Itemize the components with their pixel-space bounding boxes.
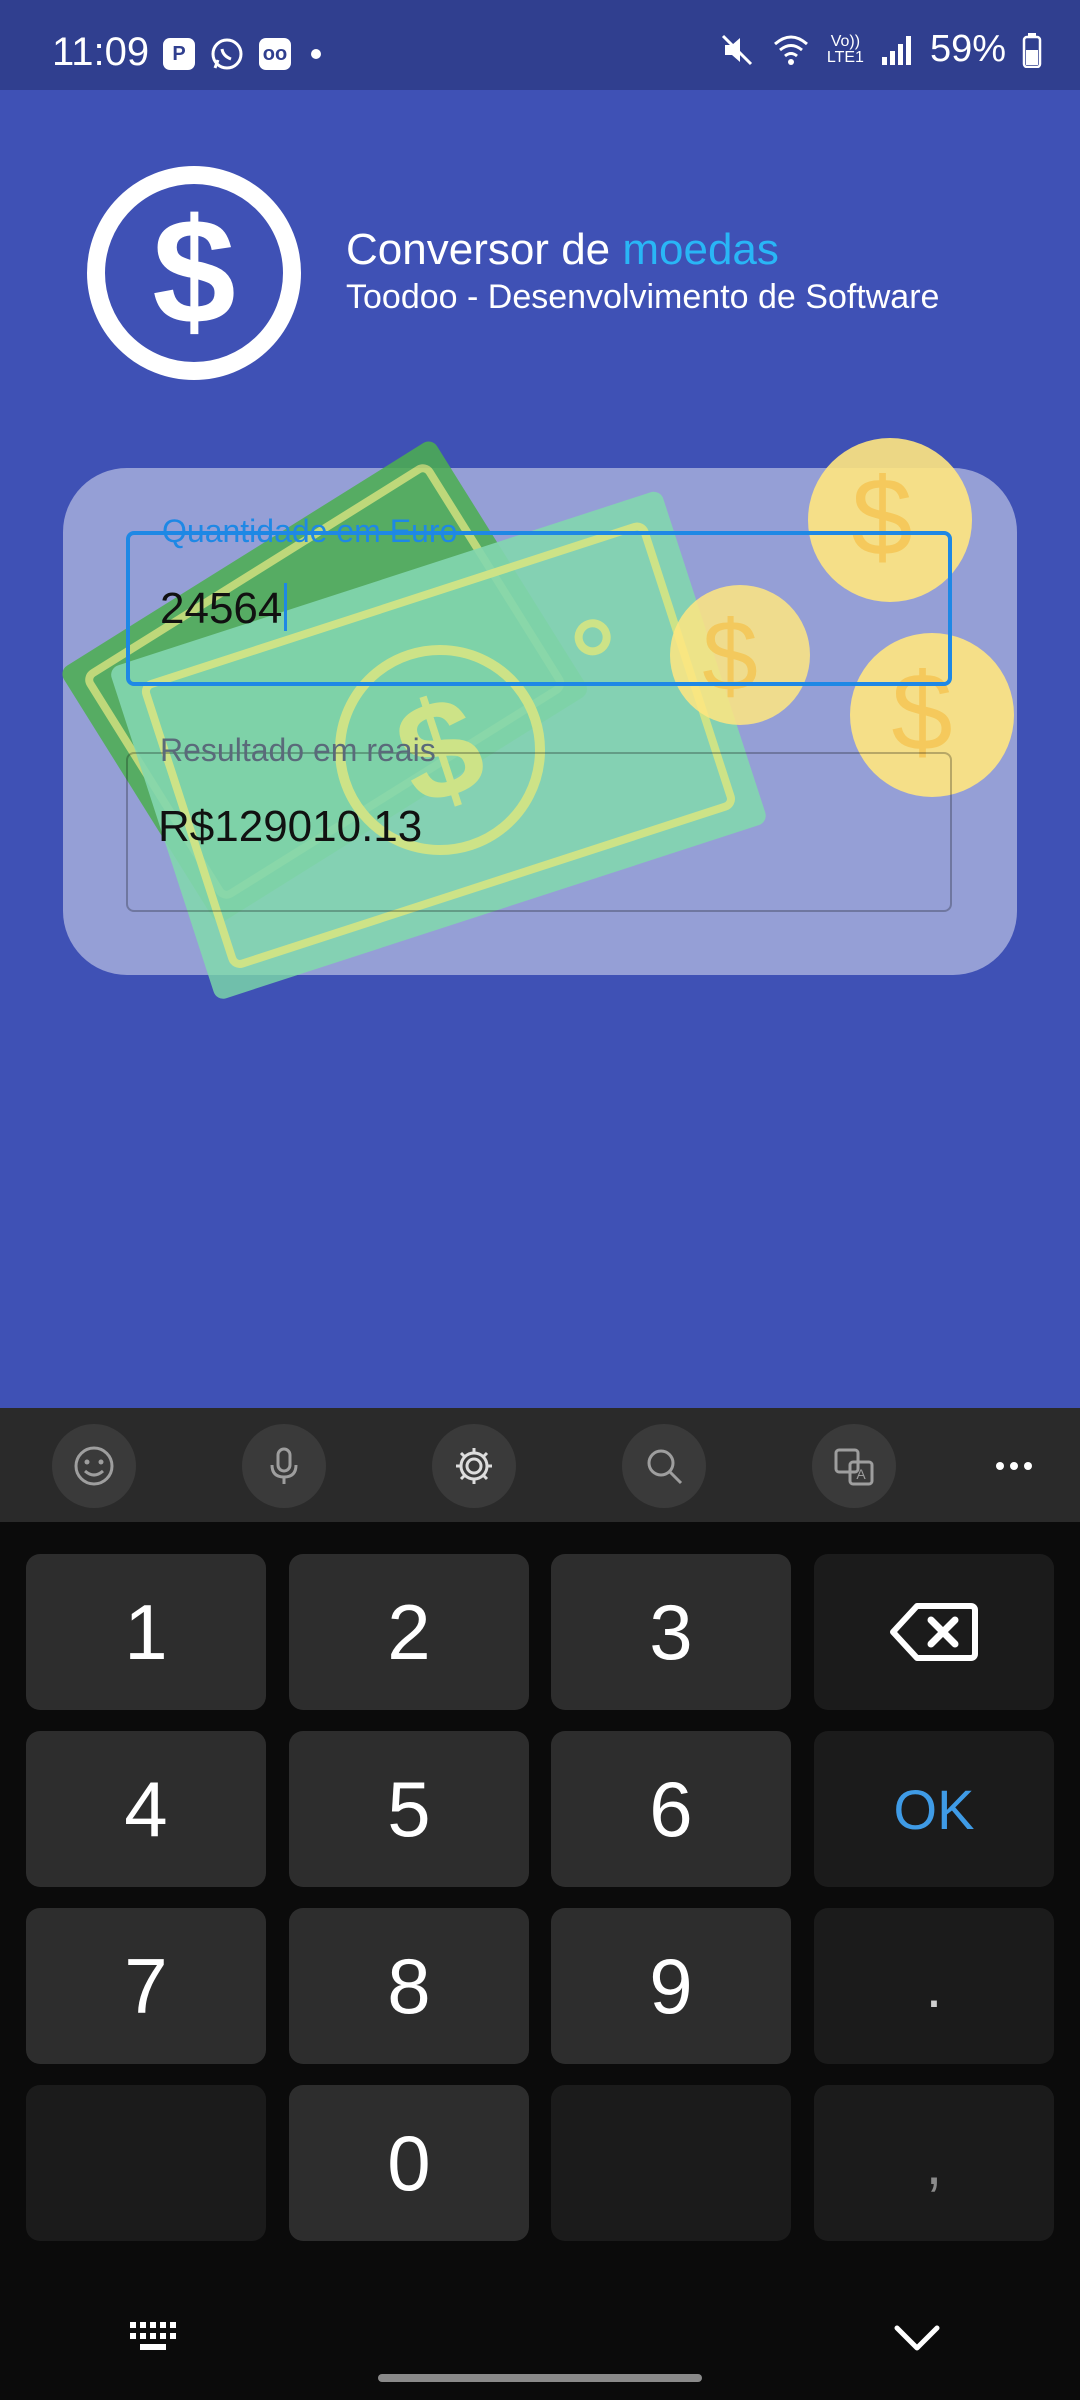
text-caret (284, 583, 288, 631)
app-title: Conversor de moedas (346, 225, 779, 274)
hide-keyboard-icon[interactable] (893, 2324, 941, 2354)
key-6[interactable]: 6 (551, 1731, 791, 1887)
more-notifications-dot (311, 49, 321, 59)
app-subtitle: Toodoo - Desenvolvimento de Software (346, 278, 940, 316)
status-time: 11:09 (52, 30, 150, 74)
euro-field-value[interactable]: 24564 (160, 583, 288, 634)
reais-field-label: Resultado em reais (160, 732, 436, 768)
emoji-icon[interactable] (52, 1424, 136, 1508)
wifi-icon (773, 35, 808, 65)
keyboard-switch-icon[interactable] (128, 2320, 182, 2354)
more-icon[interactable] (972, 1424, 1056, 1508)
status-bar: 11:09 P oo Vo)) LTE1 59% (0, 0, 1080, 90)
mute-icon (721, 34, 752, 65)
key-0[interactable]: 0 (289, 2085, 529, 2241)
volte-indicator: Vo)) LTE1 (826, 32, 864, 66)
battery-icon (1022, 32, 1042, 68)
euro-field-label: Quantidade em Euro (162, 513, 458, 549)
ok-key[interactable]: OK (814, 1731, 1054, 1887)
backspace-key[interactable] (814, 1554, 1054, 1710)
notification-icons: P oo (163, 36, 321, 72)
key-8[interactable]: 8 (289, 1908, 529, 2064)
backspace-icon (890, 1603, 978, 1661)
reais-field-value: R$129010.13 (158, 802, 423, 851)
key-7[interactable]: 7 (26, 1908, 266, 2064)
keyboard-nav-bar (0, 2280, 1080, 2400)
key-5[interactable]: 5 (289, 1731, 529, 1887)
translate-icon[interactable]: A (812, 1424, 896, 1508)
keyboard-toolbar: A (0, 1408, 1080, 1522)
key-9[interactable]: 9 (551, 1908, 791, 2064)
battery-percent: 59% (929, 28, 1006, 70)
search-icon[interactable] (622, 1424, 706, 1508)
mic-icon[interactable] (242, 1424, 326, 1508)
signal-icon (881, 35, 911, 65)
reais-result-field[interactable]: Resultado em reais R$129010.13 (126, 732, 952, 912)
dollar-logo-icon: $ (87, 166, 301, 380)
svg-text:A: A (856, 1466, 866, 1482)
parking-app-icon: P (163, 38, 195, 70)
key-1[interactable]: 1 (26, 1554, 266, 1710)
whatsapp-icon (211, 38, 243, 70)
app-title-accent: moedas (622, 225, 779, 274)
key-empty-right (551, 2085, 791, 2241)
euro-amount-field[interactable]: Quantidade em Euro 24564 (126, 513, 952, 686)
key-comma[interactable]: , (814, 2085, 1054, 2241)
home-indicator[interactable] (378, 2374, 702, 2382)
key-dot[interactable]: . (814, 1908, 1054, 2064)
settings-icon[interactable] (432, 1424, 516, 1508)
key-3[interactable]: 3 (551, 1554, 791, 1710)
key-empty-left (26, 2085, 266, 2241)
key-4[interactable]: 4 (26, 1731, 266, 1887)
system-icons: Vo)) LTE1 59% (719, 28, 1042, 71)
voicemail-icon: oo (259, 38, 291, 70)
svg-text:$: $ (152, 187, 235, 355)
key-2[interactable]: 2 (289, 1554, 529, 1710)
